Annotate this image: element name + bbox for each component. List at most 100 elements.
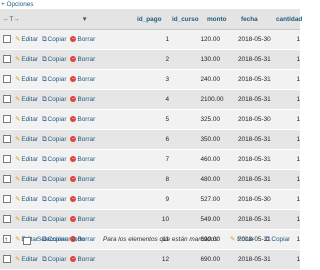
- table-row: ✎Editar ⧉Copiar – Borrar 4 2 100.00 2018-05-31 1: [0, 89, 300, 110]
- edit-link[interactable]: ✎Editar: [15, 196, 38, 203]
- pencil-icon: ✎: [15, 136, 21, 143]
- column-arrows-label: ←T→: [3, 15, 20, 23]
- row-actions: ✎Editar ⧉Copiar –Borrar: [0, 29, 134, 50]
- select-all-checkbox[interactable]: [23, 237, 31, 245]
- cell-monto: 80.00: [204, 169, 238, 190]
- edit-label: Editar: [21, 256, 39, 263]
- row-checkbox[interactable]: [3, 155, 11, 164]
- copy-link[interactable]: ⧉Copiar: [42, 36, 66, 43]
- edit-link[interactable]: ✎Editar: [15, 96, 38, 103]
- delete-link[interactable]: – Borrar: [70, 76, 95, 83]
- delete-icon: –: [70, 96, 77, 103]
- row-checkbox[interactable]: [3, 135, 11, 144]
- copy-link[interactable]: ⧉Copiar: [42, 176, 66, 183]
- delete-link[interactable]: – Borrar: [70, 196, 95, 203]
- copy-link[interactable]: ⧉Copiar: [42, 56, 66, 63]
- row-actions: ✎Editar ⧉Copiar –Borrar: [0, 129, 134, 150]
- delete-icon: –: [70, 56, 77, 63]
- column-header-id-pago[interactable]: id_pago: [134, 9, 169, 30]
- delete-link[interactable]: – Borrar: [70, 136, 95, 143]
- cell-id-pago: 9: [134, 189, 169, 210]
- column-arrows-header[interactable]: ←T→ ▼: [0, 9, 134, 30]
- delete-label: Borrar: [77, 136, 96, 143]
- cell-id-curso: 4: [169, 149, 204, 170]
- options-link[interactable]: + Opciones: [1, 1, 34, 8]
- cell-id-curso: 6: [169, 249, 204, 270]
- edit-link[interactable]: ✎Editar: [15, 156, 38, 163]
- delete-link[interactable]: – Borrar: [70, 176, 95, 183]
- bulk-copy-link[interactable]: ⧉ Copiar: [265, 233, 290, 247]
- row-checkbox[interactable]: [3, 35, 11, 44]
- cell-monto: 49.00: [204, 209, 238, 230]
- copy-link[interactable]: ⧉Copiar: [42, 156, 66, 163]
- sort-desc-icon[interactable]: ▼: [81, 16, 87, 23]
- delete-link[interactable]: – Borrar: [70, 216, 95, 223]
- row-checkbox[interactable]: [3, 95, 11, 104]
- delete-link[interactable]: – Borrar: [70, 156, 95, 163]
- table-row: ✎Editar ⧉Copiar – Borrar 6 3 50.00 2018-05-31 1: [0, 129, 300, 150]
- pencil-icon: ✎: [15, 196, 21, 203]
- cell-cantidad: 1: [273, 249, 300, 270]
- column-header-cantidad[interactable]: cantidad: [273, 9, 302, 30]
- row-actions: ✎Editar ⧉Copiar –Borrar: [0, 89, 134, 110]
- row-checkbox[interactable]: [3, 215, 11, 224]
- column-header-monto[interactable]: monto: [204, 9, 238, 30]
- edit-link[interactable]: ✎Editar: [15, 36, 38, 43]
- row-actions: ✎Editar⧉Copiar–Borrar: [0, 149, 134, 170]
- edit-link[interactable]: ✎Editar: [15, 56, 38, 63]
- copy-icon: ⧉: [42, 216, 47, 223]
- copy-link[interactable]: ⧉Copiar: [42, 256, 66, 263]
- cell-fecha: 2018-05-31: [238, 149, 273, 170]
- copy-label: Copiar: [47, 256, 67, 263]
- delete-icon: –: [70, 156, 77, 163]
- cell-cantidad: 1: [273, 89, 300, 110]
- copy-label: Copiar: [47, 96, 67, 103]
- copy-icon: ⧉: [42, 36, 47, 43]
- cell-monto: 90.00: [204, 249, 238, 270]
- edit-link[interactable]: ✎Editar: [15, 216, 38, 223]
- copy-link[interactable]: ⧉Copiar: [42, 96, 66, 103]
- row-checkbox[interactable]: [3, 195, 11, 204]
- column-header-fecha[interactable]: fecha: [238, 9, 273, 30]
- delete-link[interactable]: – Borrar: [70, 36, 95, 43]
- delete-label: Borrar: [77, 176, 96, 183]
- pencil-icon: ✎: [15, 256, 21, 263]
- cell-cantidad: 1: [273, 209, 300, 230]
- delete-link[interactable]: – Borrar: [70, 116, 95, 123]
- table-row: ✎Editar ⧉Copiar – Borrar 2 1 30.00 2018-05-31 1: [0, 49, 300, 70]
- delete-link[interactable]: – Borrar: [70, 56, 95, 63]
- edit-link[interactable]: ✎Editar: [15, 256, 38, 263]
- bulk-edit-link[interactable]: ✎ Editar: [230, 233, 254, 247]
- back-arrow-icon[interactable]: ↑: [4, 233, 8, 247]
- copy-link[interactable]: ⧉Copiar: [42, 216, 66, 223]
- cell-fecha: 2018-05-31: [238, 129, 273, 150]
- delete-icon: –: [70, 36, 77, 43]
- copy-link[interactable]: ⧉Copiar: [42, 76, 66, 83]
- edit-link[interactable]: ✎Editar: [15, 116, 38, 123]
- edit-label: Editar: [21, 56, 39, 63]
- cell-id-pago: 12: [134, 249, 169, 270]
- row-checkbox[interactable]: [3, 115, 11, 124]
- delete-link[interactable]: – Borrar: [70, 96, 95, 103]
- edit-link[interactable]: ✎Editar: [15, 176, 38, 183]
- cell-id-curso: 1: [169, 49, 204, 70]
- edit-link[interactable]: ✎Editar: [15, 136, 38, 143]
- column-header-id-curso[interactable]: id_curso: [169, 9, 204, 30]
- copy-icon: ⧉: [42, 136, 47, 143]
- row-checkbox[interactable]: [3, 175, 11, 184]
- row-checkbox[interactable]: [3, 55, 11, 64]
- delete-label: Borrar: [77, 216, 96, 223]
- delete-label: Borrar: [77, 156, 96, 163]
- edit-link[interactable]: ✎Editar: [15, 76, 38, 83]
- row-checkbox[interactable]: [3, 75, 11, 84]
- row-checkbox[interactable]: [3, 255, 11, 264]
- row-actions: ✎Editar ⧉Copiar –Borrar: [0, 209, 134, 230]
- cell-id-pago: 6: [134, 129, 169, 150]
- copy-link[interactable]: ⧉Copiar: [42, 136, 66, 143]
- copy-link[interactable]: ⧉Copiar: [42, 116, 66, 123]
- cell-monto: 100.00: [204, 89, 238, 110]
- select-all-link[interactable]: Seleccionar todo: [37, 233, 85, 247]
- copy-link[interactable]: ⧉Copiar: [42, 196, 66, 203]
- cell-monto: 60.00: [204, 149, 238, 170]
- delete-link[interactable]: – Borrar: [70, 256, 95, 263]
